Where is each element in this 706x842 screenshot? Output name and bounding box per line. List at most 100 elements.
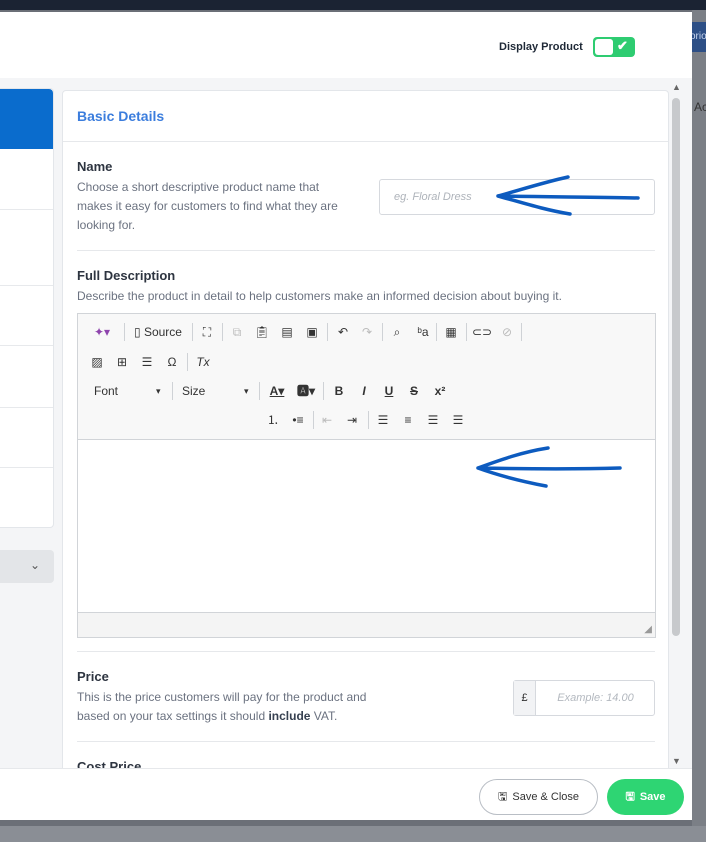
align-left-icon[interactable]: ☰ (374, 410, 392, 430)
editor-status-bar: ◢ (78, 612, 655, 637)
price-input[interactable] (537, 681, 654, 715)
undo-icon[interactable]: ↶ (334, 322, 352, 342)
basic-details-card: Basic Details Name Choose a short descri… (62, 90, 669, 768)
outdent-icon[interactable]: ⇤ (318, 410, 336, 430)
select-all-icon[interactable]: ▦ (442, 322, 460, 342)
background-bottom (0, 826, 706, 842)
superscript-button[interactable]: x² (430, 381, 450, 401)
indent-icon[interactable]: ⇥ (343, 410, 361, 430)
find-icon[interactable]: ⌕ (388, 322, 406, 342)
modal-body: ⌄ Basic Details Name Choose a short desc… (0, 78, 692, 768)
align-right-icon[interactable]: ☰ (424, 410, 442, 430)
table-icon[interactable]: ⊞ (113, 352, 131, 372)
numbered-list-icon[interactable]: ⒈ (264, 410, 282, 430)
section-nav-divider (0, 209, 53, 210)
source-icon: ▯ (134, 325, 144, 339)
font-select-label: Font (94, 384, 119, 398)
save-button[interactable]: 🖫 Save (607, 779, 684, 815)
section-select[interactable]: ⌄ (0, 550, 54, 583)
toolbar-separator (382, 323, 383, 341)
name-input[interactable] (379, 179, 655, 215)
toolbar-separator (313, 411, 314, 429)
toolbar-separator (124, 323, 125, 341)
floppy-icon: 🖫 (497, 790, 508, 803)
justify-icon[interactable]: ☰ (449, 410, 467, 430)
currency-addon: £ (514, 681, 536, 715)
horizontal-rule-icon[interactable]: ☰ (138, 352, 156, 372)
background-text: Ac (694, 100, 706, 114)
special-char-icon[interactable]: Ω (163, 352, 181, 372)
link-icon[interactable]: ⊂⊃ (472, 322, 492, 342)
redo-icon[interactable]: ↷ (358, 322, 376, 342)
bold-button[interactable]: B (330, 381, 348, 401)
text-color-icon[interactable]: A▾ (265, 381, 289, 401)
rich-text-editor: ✦▾ ▯ Source ⛶ ⧉ 📋︎ ▤ ▣ ↶ ↷ ⌕ ᵇa ▦ ⊂⊃ ⊘ ▨… (77, 313, 656, 638)
toolbar-separator (259, 382, 260, 400)
section-nav-item-active[interactable] (0, 89, 53, 149)
floppy-icon: 🖫 (625, 790, 635, 803)
image-icon[interactable]: ▨ (88, 352, 106, 372)
display-product-toggle[interactable]: ✔ (593, 37, 635, 57)
scroll-down-icon[interactable]: ▼ (672, 756, 681, 766)
price-title: Price (77, 669, 109, 684)
toolbar-separator (323, 382, 324, 400)
toolbar-separator (436, 323, 437, 341)
editor-content-area[interactable] (78, 440, 655, 612)
scroll-up-icon[interactable]: ▲ (672, 82, 681, 92)
underline-button[interactable]: U (380, 381, 398, 401)
unlink-icon[interactable]: ⊘ (498, 322, 516, 342)
section-nav-divider (0, 345, 53, 346)
strike-button[interactable]: S (405, 381, 423, 401)
clear-format-icon[interactable]: Tx (193, 352, 213, 372)
toolbar-separator (222, 323, 223, 341)
section-nav (0, 88, 54, 528)
italic-button[interactable]: I (355, 381, 373, 401)
description-help: Describe the product in detail to help c… (77, 289, 562, 303)
save-close-label: Save & Close (512, 791, 580, 803)
size-select[interactable]: Size ▾ (182, 381, 254, 401)
background-tab-label: orio (692, 31, 706, 42)
product-modal: Display Product ✔ ⌄ Basic Details Name C… (0, 12, 692, 820)
save-label: Save (639, 791, 666, 803)
maximize-icon[interactable]: ⛶ (198, 322, 216, 342)
bg-color-icon[interactable]: 🅰︎▾ (294, 381, 318, 401)
name-title: Name (77, 159, 113, 174)
source-button[interactable]: ▯ Source (130, 322, 186, 342)
display-product-label: Display Product (499, 41, 583, 53)
name-help: Choose a short descriptive product name … (77, 180, 338, 232)
magic-icon[interactable]: ✦▾ (90, 322, 114, 342)
paste-icon[interactable]: 📋︎ (253, 322, 271, 342)
modal-header: Display Product ✔ (0, 12, 692, 78)
replace-icon[interactable]: ᵇa (414, 322, 432, 342)
scrollbar[interactable]: ▲ ▼ (671, 82, 681, 768)
section-nav-divider (0, 467, 53, 468)
paste-word-icon[interactable]: ▣ (303, 322, 321, 342)
scrollbar-thumb[interactable] (672, 98, 680, 636)
chevron-down-icon: ▾ (156, 386, 161, 396)
card-title: Basic Details (77, 108, 165, 124)
toolbar-separator (327, 323, 328, 341)
font-select[interactable]: Font ▾ (94, 381, 166, 401)
toolbar-separator (466, 323, 467, 341)
description-title: Full Description (77, 268, 176, 283)
price-input-group: £ (513, 680, 655, 716)
align-center-icon[interactable]: ≡ (399, 410, 417, 430)
copy-icon[interactable]: ⧉ (228, 322, 246, 342)
toolbar-separator (192, 323, 193, 341)
resize-handle-icon[interactable]: ◢ (644, 624, 652, 635)
save-close-button[interactable]: 🖫 Save & Close (479, 779, 598, 815)
paste-text-icon[interactable]: ▤ (278, 322, 296, 342)
cost-price-title: Cost Price (77, 759, 142, 768)
size-select-label: Size (182, 384, 206, 398)
bulleted-list-icon[interactable]: •≡ (289, 410, 307, 430)
chevron-down-icon: ▾ (244, 386, 249, 396)
editor-toolbar: ✦▾ ▯ Source ⛶ ⧉ 📋︎ ▤ ▣ ↶ ↷ ⌕ ᵇa ▦ ⊂⊃ ⊘ ▨… (78, 314, 655, 440)
toolbar-separator (172, 382, 173, 400)
toolbar-separator (521, 323, 522, 341)
price-help: This is the price customers will pay for… (77, 688, 367, 726)
source-label: Source (143, 325, 182, 339)
toggle-knob (595, 39, 613, 55)
chevron-down-icon: ⌄ (30, 558, 41, 572)
price-help-suffix: VAT. (310, 709, 338, 723)
divider (77, 741, 655, 742)
